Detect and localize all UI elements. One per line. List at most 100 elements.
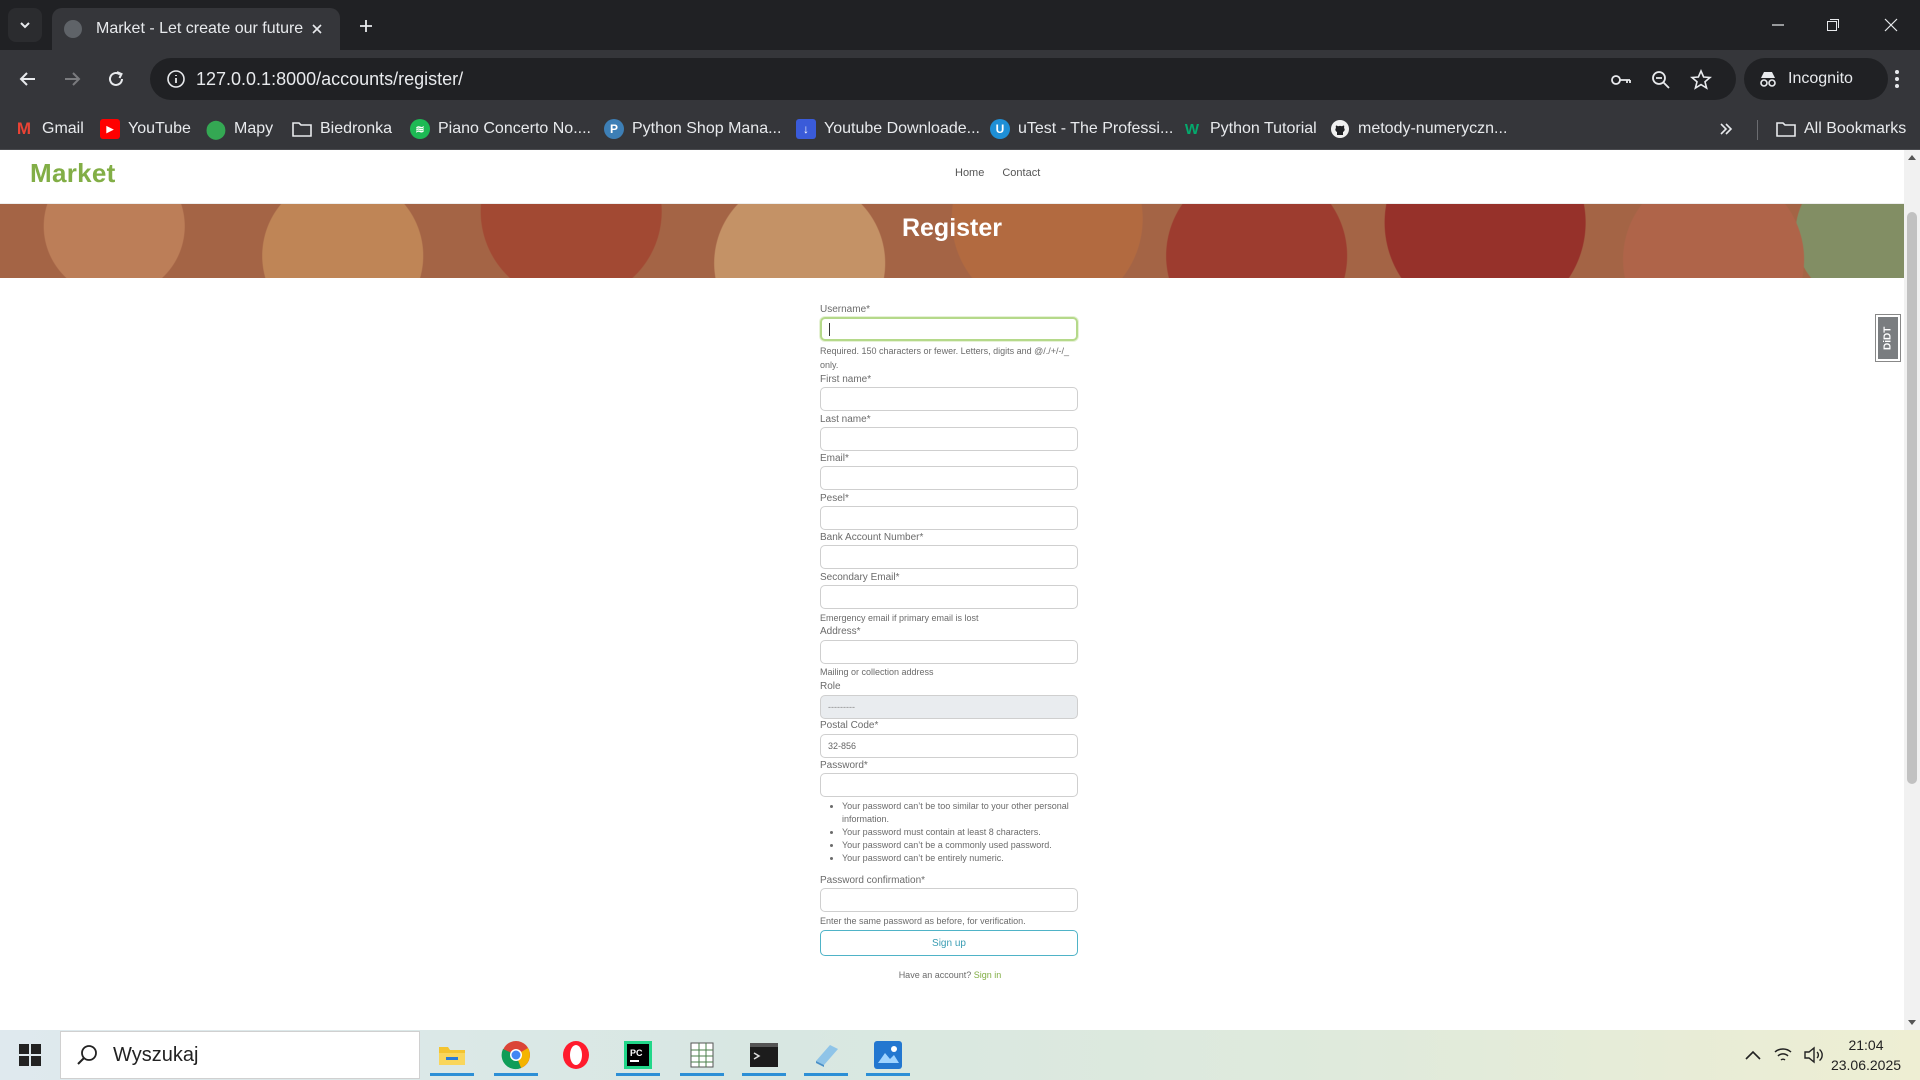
spotify-icon: ≋ bbox=[410, 119, 430, 139]
forward-button[interactable] bbox=[58, 65, 86, 93]
username-input[interactable] bbox=[820, 317, 1078, 341]
nav-links: Home Contact bbox=[955, 167, 1040, 179]
file-explorer-taskbar-icon[interactable] bbox=[424, 1034, 480, 1076]
sign-in-link[interactable]: Sign in bbox=[974, 970, 1002, 980]
password-confirmation-label: Password confirmation* bbox=[820, 875, 926, 886]
chrome-taskbar-icon[interactable] bbox=[488, 1034, 544, 1076]
bookmark-python-shop[interactable]: P Python Shop Mana... bbox=[604, 117, 781, 141]
first-name-input[interactable] bbox=[820, 387, 1078, 411]
tab-close-button[interactable] bbox=[306, 18, 328, 40]
pesel-label: Pesel* bbox=[820, 493, 849, 504]
secondary-email-input[interactable] bbox=[820, 585, 1078, 609]
site-info-icon[interactable] bbox=[164, 67, 188, 91]
email-input[interactable] bbox=[820, 466, 1078, 490]
start-button[interactable] bbox=[10, 1040, 50, 1070]
bookmark-label: Youtube Downloade... bbox=[824, 120, 980, 137]
secondary-email-help: Emergency email if primary email is lost bbox=[820, 613, 979, 623]
terminal-taskbar-icon[interactable] bbox=[736, 1034, 792, 1076]
bookmark-label: metody-numeryczn... bbox=[1358, 120, 1508, 137]
browser-menu-button[interactable] bbox=[1882, 64, 1912, 94]
scroll-down-arrow[interactable] bbox=[1904, 1016, 1920, 1030]
sign-up-button[interactable]: Sign up bbox=[820, 930, 1078, 956]
bookmark-biedronka[interactable]: Biedronka bbox=[292, 117, 392, 141]
incognito-indicator[interactable]: Incognito bbox=[1744, 58, 1888, 100]
address-label: Address* bbox=[820, 626, 861, 637]
password-rule: Your password must contain at least 8 ch… bbox=[842, 826, 1080, 839]
bookmark-python-tutorial[interactable]: W Python Tutorial bbox=[1182, 117, 1317, 141]
bookmark-label: Biedronka bbox=[320, 120, 393, 137]
address-input[interactable] bbox=[820, 640, 1078, 664]
bookmark-gmail[interactable]: M Gmail bbox=[14, 117, 84, 141]
restore-button[interactable] bbox=[1813, 10, 1853, 40]
password-rule: Your password can’t be too similar to yo… bbox=[842, 800, 1080, 826]
page-title: Register bbox=[901, 214, 1003, 242]
pesel-input[interactable] bbox=[820, 506, 1078, 530]
taskbar-clock[interactable]: 21:04 23.06.2025 bbox=[1820, 1035, 1912, 1075]
reload-icon bbox=[109, 71, 123, 86]
back-button[interactable] bbox=[14, 65, 42, 93]
page-scrollbar[interactable] bbox=[1904, 150, 1920, 1030]
show-hidden-icons-button[interactable] bbox=[1740, 1042, 1766, 1068]
network-icon[interactable] bbox=[1770, 1042, 1796, 1068]
more-vertical-icon bbox=[1895, 70, 1899, 88]
reload-button[interactable] bbox=[102, 65, 130, 93]
browser-tab[interactable]: Market - Let create our future bbox=[52, 8, 340, 50]
clock-time: 21:04 bbox=[1848, 1037, 1884, 1053]
utest-icon: U bbox=[990, 119, 1010, 139]
minimize-icon bbox=[1772, 24, 1784, 26]
extension-badge[interactable]: DiDT bbox=[1875, 314, 1901, 362]
password-rule: Your password can’t be entirely numeric. bbox=[842, 852, 1080, 865]
bank-account-input[interactable] bbox=[820, 545, 1078, 569]
username-help: Required. 150 characters or fewer. Lette… bbox=[820, 346, 1070, 370]
taskbar-search[interactable]: Wyszukaj bbox=[60, 1031, 420, 1079]
photos-taskbar-icon[interactable] bbox=[860, 1034, 916, 1076]
minimize-button[interactable] bbox=[1758, 10, 1798, 40]
site-logo[interactable]: Market bbox=[30, 158, 116, 189]
secondary-email-label: Secondary Email* bbox=[820, 572, 900, 583]
spreadsheet-taskbar-icon[interactable] bbox=[674, 1034, 730, 1076]
password-key-icon[interactable] bbox=[1608, 67, 1634, 93]
password-confirmation-input[interactable] bbox=[820, 888, 1078, 912]
nav-contact-link[interactable]: Contact bbox=[1002, 167, 1040, 179]
new-tab-button[interactable] bbox=[352, 12, 380, 40]
bookmark-label: Gmail bbox=[42, 120, 84, 137]
pycharm-taskbar-icon[interactable]: PC bbox=[610, 1034, 666, 1076]
arrow-left-icon bbox=[19, 72, 35, 86]
folder-icon bbox=[1776, 122, 1796, 137]
chevron-down-icon bbox=[20, 22, 30, 29]
bookmark-metody-numeryczne[interactable]: metody-numeryczn... bbox=[1330, 117, 1507, 141]
bookmark-piano-concerto[interactable]: ≋ Piano Concerto No.... bbox=[410, 117, 591, 141]
address-bar[interactable]: 127.0.0.1:8000/accounts/register/ bbox=[150, 58, 1736, 100]
bookmark-label: Piano Concerto No.... bbox=[438, 120, 591, 137]
postal-code-label: Postal Code* bbox=[820, 720, 879, 731]
nav-home-link[interactable]: Home bbox=[955, 167, 984, 179]
search-icon bbox=[77, 1045, 97, 1065]
bookmark-utest[interactable]: U uTest - The Professi... bbox=[990, 117, 1173, 141]
windows-logo-icon bbox=[19, 1044, 41, 1066]
plus-icon bbox=[360, 20, 372, 32]
url-text[interactable]: 127.0.0.1:8000/accounts/register/ bbox=[196, 69, 463, 90]
close-icon bbox=[312, 24, 322, 34]
bookmark-youtube-downloader[interactable]: ↓ Youtube Downloade... bbox=[796, 117, 980, 141]
hero-banner: Register bbox=[0, 204, 1904, 278]
bookmark-youtube[interactable]: ▶ YouTube bbox=[100, 117, 191, 141]
svg-text:PC: PC bbox=[630, 1048, 643, 1058]
bookmark-star-icon[interactable] bbox=[1688, 67, 1714, 93]
scrollbar-thumb[interactable] bbox=[1907, 212, 1917, 784]
double-chevron-right-icon bbox=[1720, 123, 1733, 135]
role-select[interactable]: --------- bbox=[820, 695, 1078, 719]
tab-search-button[interactable] bbox=[8, 8, 42, 42]
all-bookmarks-button[interactable]: All Bookmarks bbox=[1776, 117, 1906, 141]
password-input[interactable] bbox=[820, 773, 1078, 797]
bookmark-mapy[interactable]: ⬤ Mapy bbox=[206, 117, 273, 141]
close-window-button[interactable] bbox=[1871, 10, 1911, 40]
windows-taskbar: Wyszukaj PC 21:04 23.06.2025 bbox=[0, 1030, 1920, 1080]
more-bookmarks-button[interactable] bbox=[1718, 117, 1734, 141]
scroll-up-arrow[interactable] bbox=[1904, 150, 1920, 164]
opera-taskbar-icon[interactable] bbox=[548, 1034, 604, 1076]
have-account-label: Have an account? bbox=[898, 970, 972, 980]
zoom-icon[interactable] bbox=[1648, 67, 1674, 93]
notepad-taskbar-icon[interactable] bbox=[798, 1034, 854, 1076]
postal-code-input[interactable]: 32-856 bbox=[820, 734, 1078, 758]
last-name-input[interactable] bbox=[820, 427, 1078, 451]
